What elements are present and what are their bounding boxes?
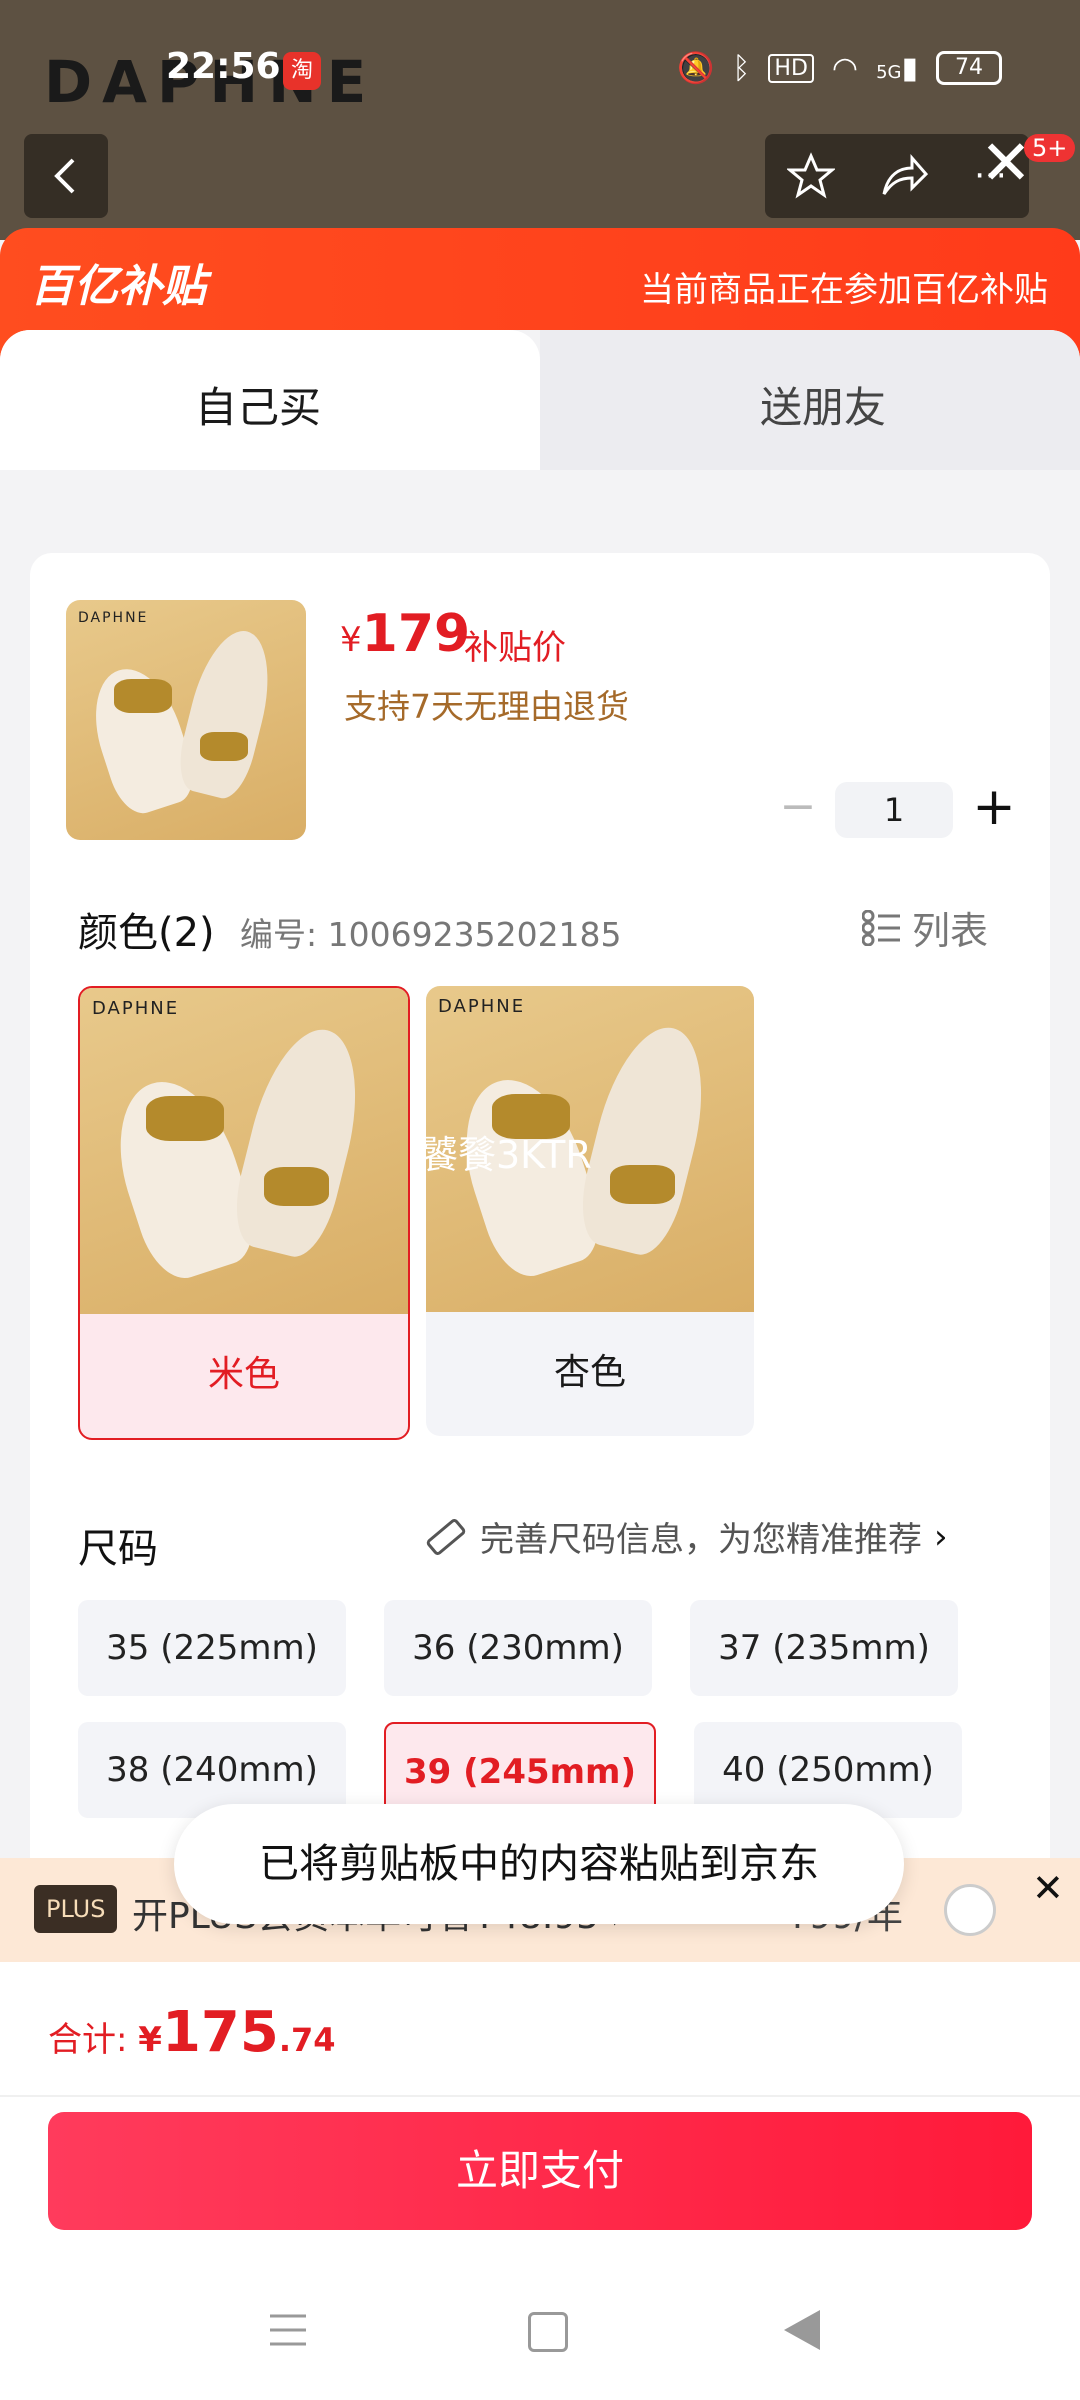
price-tag: 补贴价 (464, 628, 566, 668)
battery-icon: 74 (936, 51, 1002, 85)
color-section-title: 颜色(2) (78, 910, 215, 956)
color-option-label: 杏色 (553, 1352, 626, 1393)
size-recommend-text: 完善尺码信息，为您精准推荐 (480, 1520, 922, 1560)
option-brand: DAPHNE (438, 996, 526, 1017)
list-icon (862, 909, 900, 946)
size-option-37[interactable]: 37 (235mm) (690, 1600, 958, 1696)
status-icons: 🔕 ᛒ HD ◠ 5G▮ 74 (677, 46, 1002, 90)
quantity-decrease-button[interactable]: − (777, 785, 819, 830)
share-icon[interactable] (880, 154, 930, 198)
bluetooth-icon: ᛒ (732, 50, 751, 86)
pay-now-button[interactable]: 立即支付 (48, 2112, 1032, 2230)
ruler-icon (426, 1518, 466, 1555)
list-view-button[interactable]: 列表 (862, 900, 988, 955)
size-option-36[interactable]: 36 (230mm) (384, 1600, 652, 1696)
option-brand: DAPHNE (92, 998, 180, 1019)
color-option-apricot[interactable]: DAPHNE 杏色 (426, 986, 754, 1436)
product-thumbnail[interactable]: DAPHNE (66, 600, 306, 840)
back-nav-icon[interactable] (784, 2310, 820, 2350)
chevron-left-icon (54, 158, 75, 194)
subsidy-logo: 百亿补贴 (30, 261, 206, 312)
divider (0, 2095, 1080, 2097)
mute-icon: 🔕 (677, 50, 715, 86)
taobao-app-icon: 淘 (283, 52, 321, 90)
color-option-label: 米色 (207, 1354, 280, 1395)
size-recommend-link[interactable]: 完善尺码信息，为您精准推荐 › (424, 1512, 948, 1561)
price-value: 179 (361, 604, 471, 664)
price-currency: ¥ (340, 620, 362, 660)
total-label: 合计: (48, 2020, 139, 2060)
product-price: ¥179 (340, 604, 470, 664)
thumb-brand: DAPHNE (78, 610, 149, 626)
tab-self-buy-label: 自己买 (195, 383, 322, 432)
list-view-label: 列表 (912, 909, 989, 953)
plus-tag: PLUS (34, 1885, 118, 1933)
plus-close-button[interactable]: ✕ (1032, 1866, 1064, 1910)
signal-icon: 5G▮ (876, 50, 918, 86)
quantity-input[interactable]: 1 (835, 782, 953, 838)
hd-icon: HD (768, 53, 814, 83)
tab-gift-label: 送朋友 (760, 383, 887, 432)
chevron-right-icon: › (934, 1516, 948, 1557)
color-option-image: DAPHNE (80, 988, 408, 1314)
sku-number: 编号: 10069235202185 (240, 915, 622, 954)
size-option-35[interactable]: 35 (225mm) (78, 1600, 346, 1696)
image-watermark: 饕餮3KTR (420, 1133, 592, 1177)
total-decimal: .74 (278, 2021, 336, 2059)
subsidy-tip: 当前商品正在参加百亿补贴 (640, 270, 1048, 310)
color-option-beige[interactable]: DAPHNE 米色 (78, 986, 410, 1440)
back-button[interactable] (24, 134, 108, 218)
quantity-increase-button[interactable]: + (972, 780, 1016, 836)
wifi-icon: ◠ (831, 50, 859, 86)
return-policy-note: 支持7天无理由退货 (344, 687, 629, 726)
total-integer: 175 (161, 2000, 279, 2065)
star-icon[interactable] (787, 152, 836, 200)
total-currency: ¥ (138, 2020, 162, 2060)
plus-select-radio[interactable] (944, 1884, 996, 1936)
clipboard-toast: 已将剪贴板中的内容粘贴到京东 (174, 1804, 904, 1924)
home-nav-icon[interactable] (528, 2312, 568, 2352)
size-section-title: 尺码 (78, 1526, 158, 1572)
close-icon[interactable]: ✕ (980, 132, 1032, 194)
menu-nav-icon[interactable] (268, 2312, 308, 2348)
status-time: 22:56 (166, 46, 281, 87)
order-total: 合计: ¥175.74 (48, 2000, 336, 2065)
